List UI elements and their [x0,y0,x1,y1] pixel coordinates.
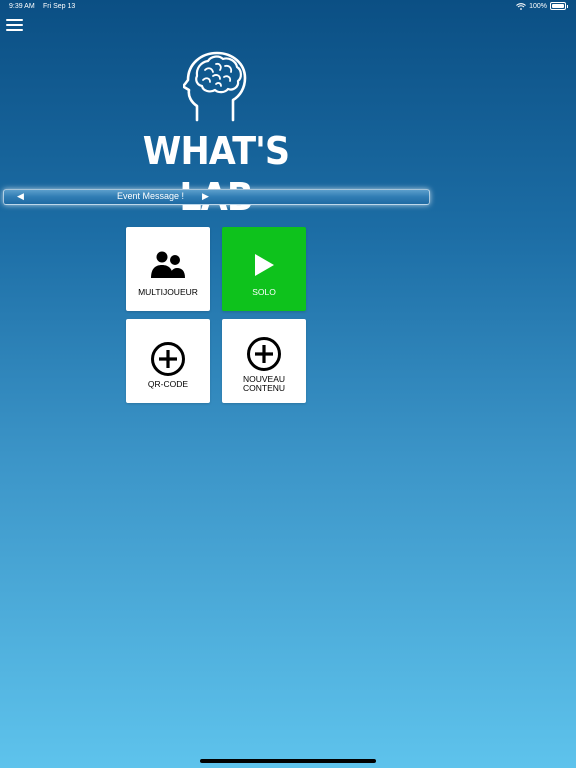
nouveau-contenu-button[interactable]: NOUVEAU CONTENU [222,319,306,403]
event-prev-button[interactable]: ◀ [17,191,24,202]
tile-label: QR-CODE [147,379,189,389]
users-icon [126,251,210,279]
status-right: 100% [516,2,568,10]
add-circle-icon [222,336,306,372]
wifi-icon [516,2,526,10]
status-time: 9:39 AM [9,3,35,10]
app-title: WHAT'S LAB [142,129,290,219]
add-circle-icon [126,341,210,377]
event-message-text: Event Message ! [117,191,185,201]
qr-code-button[interactable]: QR-CODE [126,319,210,403]
battery-percent: 100% [529,2,547,10]
tile-label: MULTIJOUEUR [138,287,198,297]
solo-button[interactable]: SOLO [222,227,306,311]
status-bar: 9:39 AM Fri Sep 13 100% [0,0,576,14]
battery-icon [550,2,568,10]
hamburger-menu-icon[interactable] [6,18,24,32]
event-next-button[interactable]: ▶ [202,191,209,202]
tile-label: SOLO [252,287,276,297]
tile-label-line2: CONTENU [242,383,286,393]
multijoueur-button[interactable]: MULTIJOUEUR [126,227,210,311]
brain-head-icon [182,50,251,124]
play-icon [222,253,306,277]
status-date: Fri Sep 13 [43,3,76,10]
home-indicator[interactable] [200,759,376,763]
event-message-bar: ◀ Event Message ! ▶ [3,189,430,205]
